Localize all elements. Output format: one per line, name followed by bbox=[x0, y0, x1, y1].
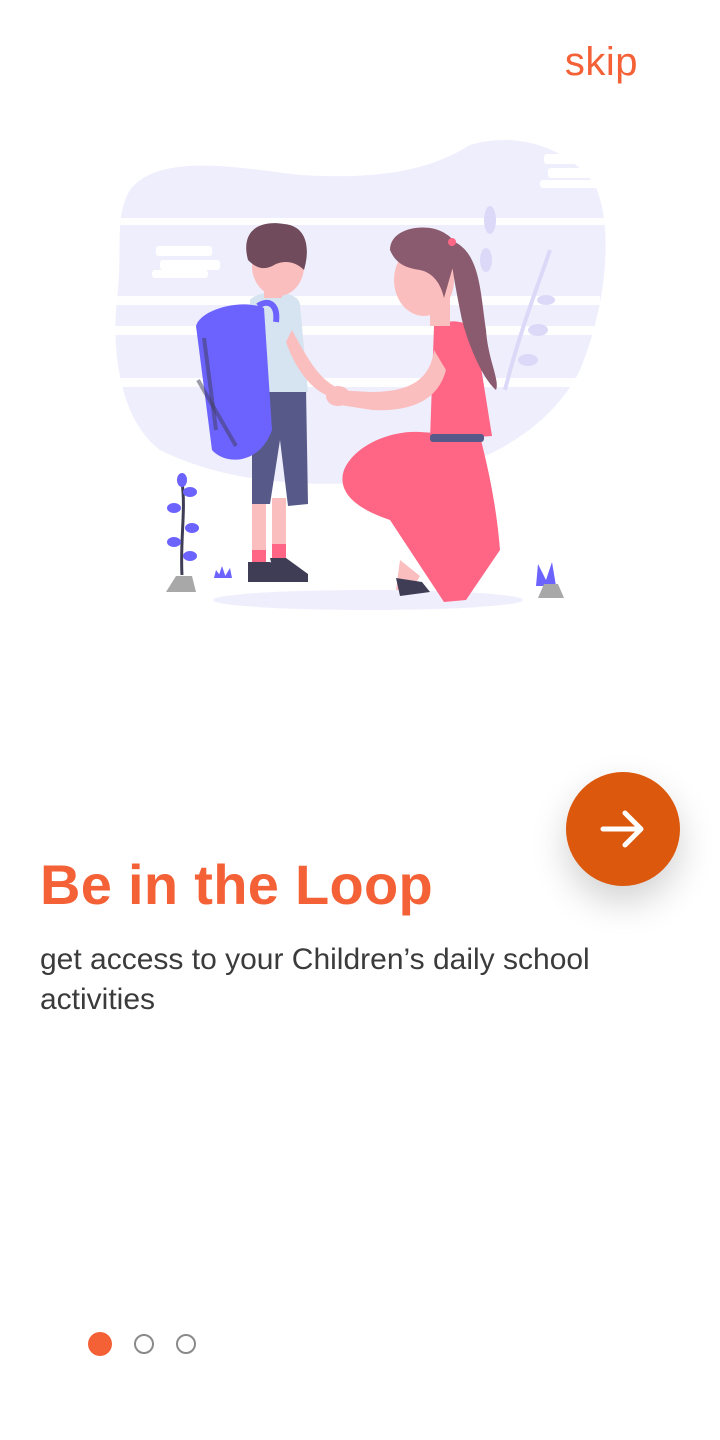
onboarding-description: get access to your Children’s daily scho… bbox=[40, 943, 590, 1016]
onboarding-title: Be in the Loop bbox=[40, 853, 434, 916]
page-dot-2[interactable] bbox=[134, 1334, 154, 1354]
dress bbox=[342, 431, 500, 602]
left-plant bbox=[166, 473, 199, 592]
cloud-right bbox=[540, 154, 608, 188]
small-plant bbox=[214, 566, 232, 578]
background-blob bbox=[115, 139, 606, 484]
page-dot-3[interactable] bbox=[176, 1334, 196, 1354]
page-dot-1[interactable] bbox=[88, 1332, 112, 1356]
next-button[interactable] bbox=[566, 772, 680, 886]
ground-shadow bbox=[213, 590, 523, 610]
arrow-right-icon bbox=[600, 810, 644, 848]
right-plant bbox=[536, 562, 564, 598]
pagination-dots bbox=[88, 1332, 196, 1356]
skip-button[interactable]: skip bbox=[565, 40, 638, 85]
parent-and-child-illustration bbox=[100, 139, 610, 610]
